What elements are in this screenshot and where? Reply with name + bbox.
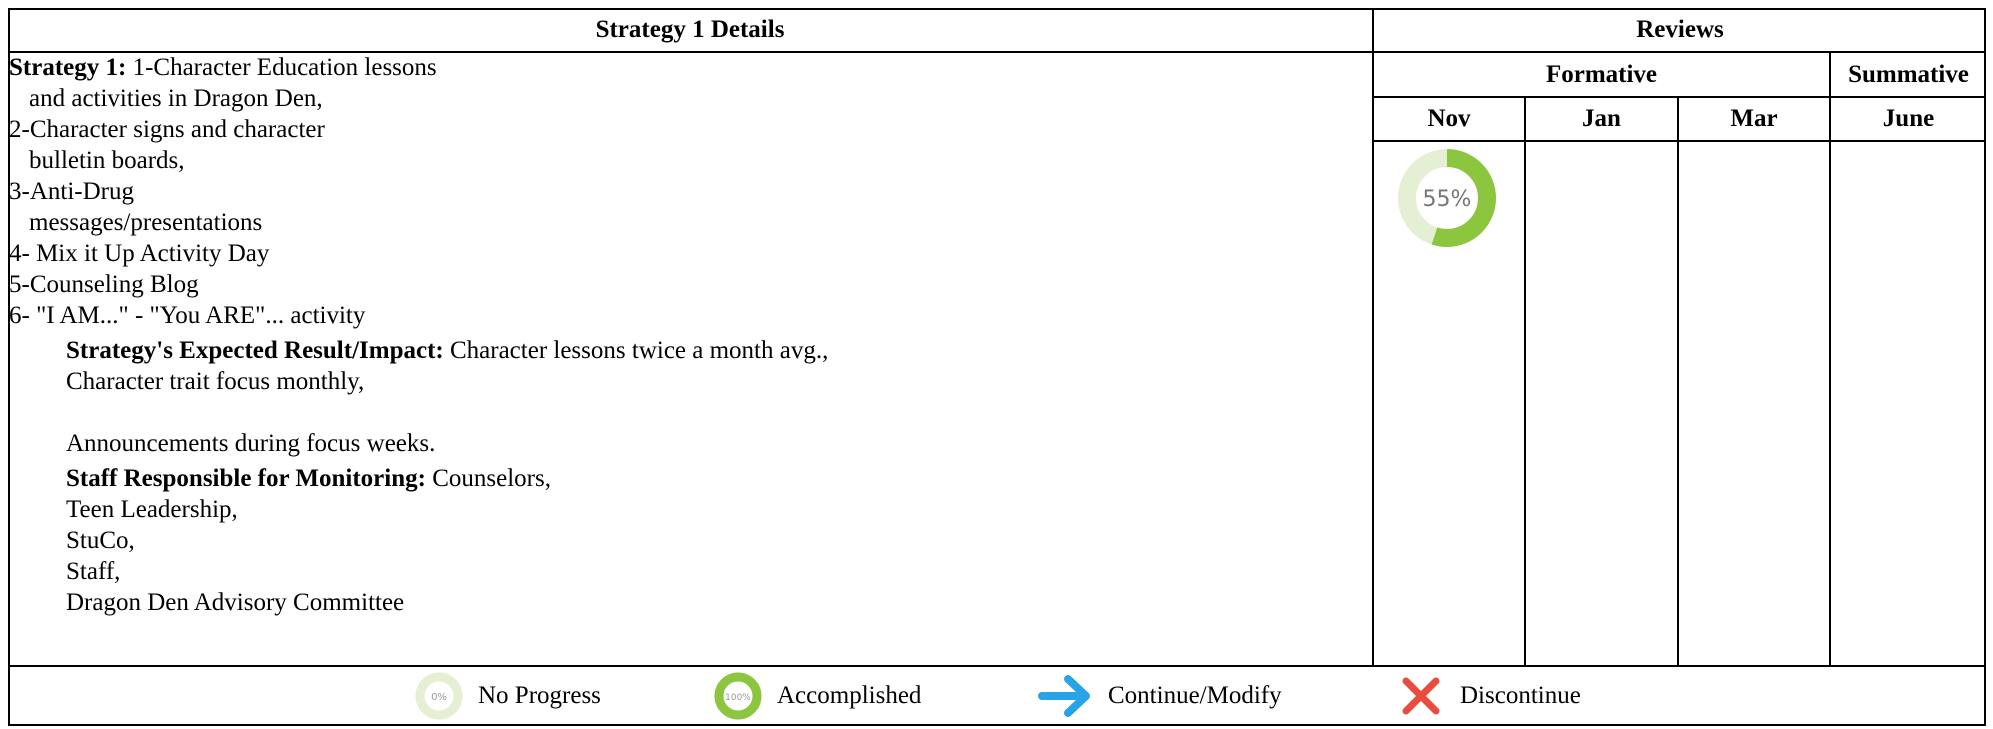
staff-line: Teen Leadership,	[66, 496, 238, 523]
legend-continue-label: Continue/Modify	[1108, 682, 1282, 709]
formative-header: Formative	[1545, 61, 1658, 88]
divider-months-bottom	[1372, 140, 1986, 142]
reviews-title: Reviews	[1636, 16, 1724, 43]
divider-jan-mar	[1677, 96, 1679, 667]
strategy-line: 4- Mix it Up Activity Day	[9, 240, 270, 267]
strategy-line: 6- "I AM..." - "You ARE"... activity	[9, 302, 366, 329]
expected-line: Character trait focus monthly,	[66, 368, 365, 395]
divider-formative-summative	[1829, 51, 1831, 667]
legend-no-progress-label: No Progress	[478, 682, 601, 709]
accomplished-icon: 100%	[714, 672, 762, 720]
details-title: Strategy 1 Details	[595, 16, 785, 43]
expected-line	[66, 397, 1359, 428]
summative-header: Summative	[1848, 61, 1969, 88]
legend: 0% No Progress 100% Accomplished Continu…	[8, 667, 1986, 725]
expected-result: Strategy's Expected Result/Impact: Chara…	[9, 335, 1359, 459]
staff-line: Staff,	[66, 558, 121, 585]
x-icon	[1402, 677, 1440, 715]
legend-accomplished-label: Accomplished	[777, 682, 922, 709]
strategy-line: 5-Counseling Blog	[9, 271, 199, 298]
staff-label: Staff Responsible for Monitoring:	[66, 465, 426, 492]
expected-line: Announcements during focus weeks.	[66, 430, 436, 457]
month-header-june: June	[1882, 105, 1935, 132]
legend-accomplished: 100% Accomplished	[713, 667, 921, 725]
legend-discontinue: Discontinue	[1396, 667, 1581, 725]
expected-line: Strategy's Expected Result/Impact: Chara…	[66, 337, 829, 364]
strategy-label: Strategy 1:	[9, 54, 127, 81]
legend-discontinue-label: Discontinue	[1460, 682, 1581, 709]
month-header-nov: Nov	[1427, 105, 1471, 132]
staff-line: StuCo,	[66, 527, 135, 554]
legend-continue-modify: Continue/Modify	[1038, 667, 1282, 725]
staff-line: Dragon Den Advisory Committee	[66, 589, 405, 616]
strategy-details: Strategy 1: 1-Character Education lesson…	[9, 52, 1359, 618]
strategy-line: and activities in Dragon Den,	[29, 85, 323, 112]
month-header-jan: Jan	[1582, 105, 1621, 132]
strategy-line: 2-Character signs and character	[9, 116, 325, 143]
staff-responsible: Staff Responsible for Monitoring: Counse…	[9, 463, 1359, 618]
strategy-line: messages/presentations	[29, 209, 263, 236]
strategy-line: bulletin boards,	[29, 147, 185, 174]
strategy-line: Strategy 1: 1-Character Education lesson…	[9, 54, 437, 81]
legend-no-progress: 0% No Progress	[414, 667, 601, 725]
strategy-line: 3-Anti-Drug	[9, 178, 134, 205]
divider-formative-bottom	[1372, 96, 1986, 98]
month-header-mar: Mar	[1730, 105, 1778, 132]
svg-text:0%: 0%	[431, 692, 447, 703]
svg-text:100%: 100%	[725, 693, 751, 703]
no-progress-icon: 0%	[415, 672, 463, 720]
donut-percent-label: 55%	[1423, 187, 1472, 212]
staff-line: Staff Responsible for Monitoring: Counse…	[66, 465, 551, 492]
nov-progress-donut: 55%	[1398, 149, 1496, 247]
arrow-right-icon	[1038, 675, 1090, 717]
expected-label: Strategy's Expected Result/Impact:	[66, 337, 444, 364]
divider-nov-jan	[1524, 96, 1526, 667]
